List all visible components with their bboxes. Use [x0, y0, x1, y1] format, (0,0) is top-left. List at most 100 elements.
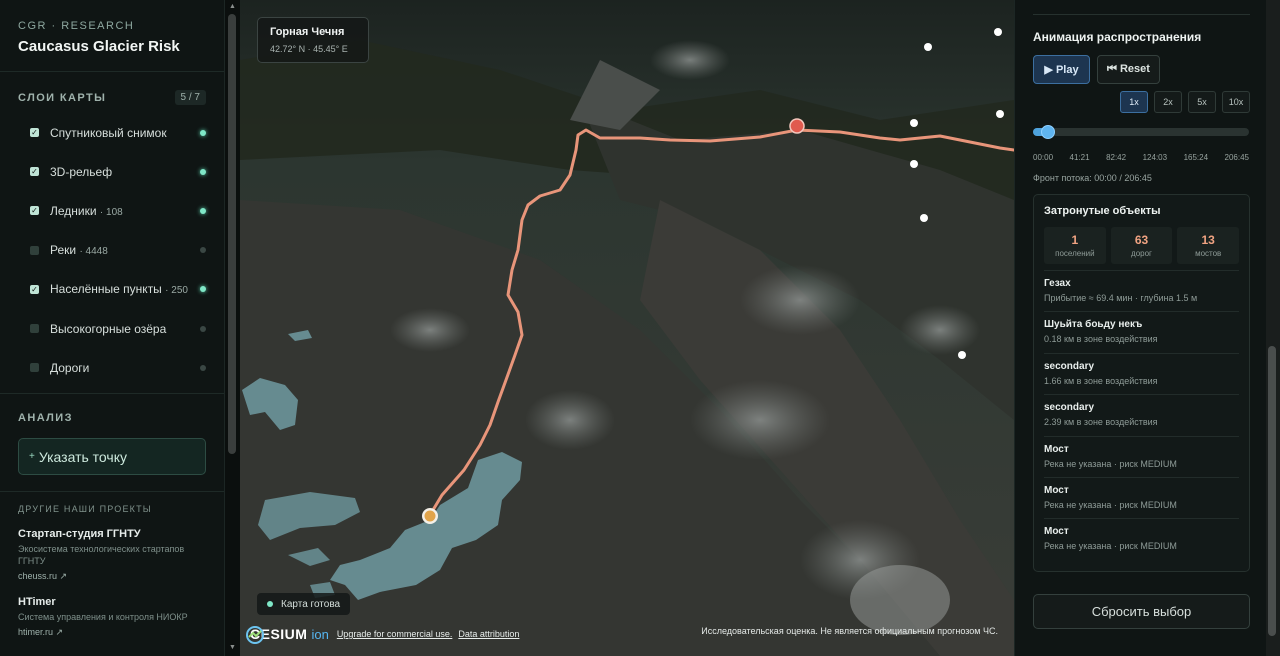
pick-point-button[interactable]: + Указать точку: [18, 438, 206, 476]
status-dot: [200, 168, 206, 175]
layer-list: ✓ Спутниковый снимок ✓ 3D-рельеф ✓ Ледни…: [0, 113, 224, 387]
list-item[interactable]: Мост Река не указана · риск MEDIUM: [1044, 435, 1239, 477]
village-marker[interactable]: [910, 160, 918, 168]
checkbox[interactable]: ✓: [30, 167, 39, 177]
project-card[interactable]: HTimer Система управления и контроля НИО…: [18, 596, 206, 638]
layers-count-badge: 5 / 7: [174, 90, 206, 105]
list-item[interactable]: Мост Река не указана · риск MEDIUM: [1044, 476, 1239, 518]
layer-count: · 4448: [79, 246, 108, 258]
speed-5x-button[interactable]: 5x: [1188, 91, 1216, 113]
tick-label: 00:00: [1033, 153, 1054, 162]
checkbox[interactable]: ✓: [30, 284, 39, 294]
pick-point-label: Указать точку: [38, 448, 127, 465]
flow-source-marker[interactable]: [789, 118, 805, 134]
timeline-slider[interactable]: [1033, 125, 1249, 139]
layer-toggle-settlements[interactable]: ✓ Населённые пункты · 250: [0, 270, 224, 309]
checkbox[interactable]: [30, 324, 39, 334]
checkbox[interactable]: [30, 245, 39, 255]
project-link[interactable]: cheuss.ru ↗: [18, 571, 206, 582]
affected-objects-card: Затронутые объекты 1 поселений 63 дорог …: [1033, 194, 1250, 572]
list-item[interactable]: Мост Река не указана · риск MEDIUM: [1044, 518, 1239, 559]
speed-selector: 1x 2x 5x 10x: [1120, 91, 1250, 113]
layers-header: СЛОИ КАРТЫ 5 / 7: [0, 72, 224, 113]
stat-bridges: 13 мостов: [1177, 227, 1240, 264]
checkbox[interactable]: [30, 363, 39, 373]
timeline-ticks: 00:00 41:21 82:42 124:03 165:24 206:45: [1033, 153, 1249, 162]
panel-scrollbar[interactable]: [1268, 346, 1276, 636]
item-name: secondary: [1044, 360, 1095, 372]
cesium-logo-icon: [246, 626, 264, 644]
stat-roads: 63 дорог: [1110, 227, 1173, 264]
list-item[interactable]: secondary 2.39 км в зоне воздействия: [1044, 394, 1239, 435]
status-dot: [200, 129, 206, 136]
village-marker[interactable]: [994, 28, 1002, 36]
affected-list: Гезах Прибытие ≈ 69.4 мин · глубина 1.5 …: [1044, 270, 1239, 560]
list-item[interactable]: Шуьйта боьду некъ 0.18 км в зоне воздейс…: [1044, 311, 1239, 352]
status-dot: [200, 325, 206, 332]
map-viewport[interactable]: Горная Чечня 42.72° N · 45.45° E Карта г…: [240, 0, 1014, 656]
list-item[interactable]: secondary 1.66 км в зоне воздействия: [1044, 352, 1239, 394]
map-status-text: Карта готова: [281, 598, 341, 610]
play-button[interactable]: ▶ Play: [1033, 55, 1090, 84]
project-link[interactable]: htimer.ru ↗: [18, 627, 206, 638]
brand: CGR · RESEARCH Caucasus Glacier Risk: [0, 0, 224, 72]
stat-number: 13: [1201, 233, 1215, 247]
layer-label: Дороги: [50, 360, 90, 375]
speed-10x-button[interactable]: 10x: [1222, 91, 1250, 113]
analysis-section: АНАЛИЗ + Указать точку: [0, 394, 224, 476]
divider: [1033, 14, 1250, 15]
item-detail: Река не указана · риск MEDIUM: [1044, 499, 1177, 510]
layer-toggle-roads[interactable]: Дороги: [0, 348, 224, 387]
scroll-down-icon[interactable]: ▼: [229, 644, 236, 651]
layer-toggle-rivers[interactable]: Реки · 4448: [0, 231, 224, 270]
item-detail: 0.18 км в зоне воздействия: [1044, 334, 1158, 345]
flow-front-time: Фронт потока: 00:00 / 206:45: [1033, 173, 1152, 183]
location-title: Горная Чечня: [270, 26, 345, 38]
map-terrain[interactable]: [240, 0, 1014, 656]
location-card: Горная Чечня 42.72° N · 45.45° E: [257, 17, 369, 63]
reset-animation-button[interactable]: ⏮ Reset: [1097, 55, 1160, 84]
layer-toggle-satellite[interactable]: ✓ Спутниковый снимок: [0, 113, 224, 152]
disclaimer: Исследовательская оценка. Не является оф…: [701, 626, 998, 636]
upgrade-link[interactable]: Upgrade for commercial use.: [337, 629, 453, 639]
layer-toggle-lakes[interactable]: Высокогорные озёра: [0, 309, 224, 348]
item-name: Мост: [1044, 484, 1069, 496]
brand-kicker: CGR · RESEARCH: [18, 20, 135, 32]
item-detail: Прибытие ≈ 69.4 мин · глубина 1.5 м: [1044, 293, 1198, 303]
village-marker[interactable]: [924, 43, 932, 51]
tick-label: 82:42: [1106, 153, 1127, 162]
tick-label: 165:24: [1183, 153, 1209, 162]
cesium-ion-text: ion: [311, 626, 329, 642]
scroll-up-icon[interactable]: ▲: [229, 3, 236, 10]
timeline-thumb[interactable]: [1041, 125, 1056, 139]
item-name: Шуьйта боьду некъ: [1044, 319, 1143, 331]
affected-title: Затронутые объекты: [1044, 205, 1161, 217]
status-dot: [200, 364, 206, 371]
reset-selection-button[interactable]: Сбросить выбор: [1033, 594, 1250, 629]
status-dot: [200, 207, 206, 214]
village-marker[interactable]: [920, 214, 928, 222]
layer-toggle-terrain[interactable]: ✓ 3D-рельеф: [0, 152, 224, 191]
layer-toggle-glaciers[interactable]: ✓ Ледники · 108: [0, 191, 224, 230]
village-marker[interactable]: [958, 351, 966, 359]
analysis-title: АНАЛИЗ: [18, 412, 73, 425]
data-attribution-link[interactable]: Data attribution: [458, 629, 519, 639]
selected-point-marker[interactable]: [424, 510, 436, 522]
village-marker[interactable]: [910, 119, 918, 127]
stat-label: дорог: [1131, 249, 1152, 258]
sidebar-scrollbar[interactable]: [228, 14, 236, 454]
checkbox[interactable]: ✓: [30, 206, 39, 216]
checkbox[interactable]: ✓: [30, 128, 39, 138]
app-title: Caucasus Glacier Risk: [18, 38, 180, 55]
cesium-credits: CESIUM ion Upgrade for commercial use. D…: [246, 626, 525, 644]
layer-label: 3D-рельеф: [50, 164, 113, 179]
village-marker[interactable]: [996, 110, 1004, 118]
speed-1x-button[interactable]: 1x: [1120, 91, 1148, 113]
project-card[interactable]: Стартап-студия ГГНТУ Экосистема технолог…: [18, 528, 206, 582]
list-item[interactable]: Гезах Прибытие ≈ 69.4 мин · глубина 1.5 …: [1044, 270, 1239, 311]
speed-2x-button[interactable]: 2x: [1154, 91, 1182, 113]
item-name: Гезах: [1044, 278, 1071, 289]
status-dot: [200, 247, 206, 254]
item-name: secondary: [1044, 402, 1095, 414]
layer-label: Населённые пункты: [50, 282, 162, 297]
